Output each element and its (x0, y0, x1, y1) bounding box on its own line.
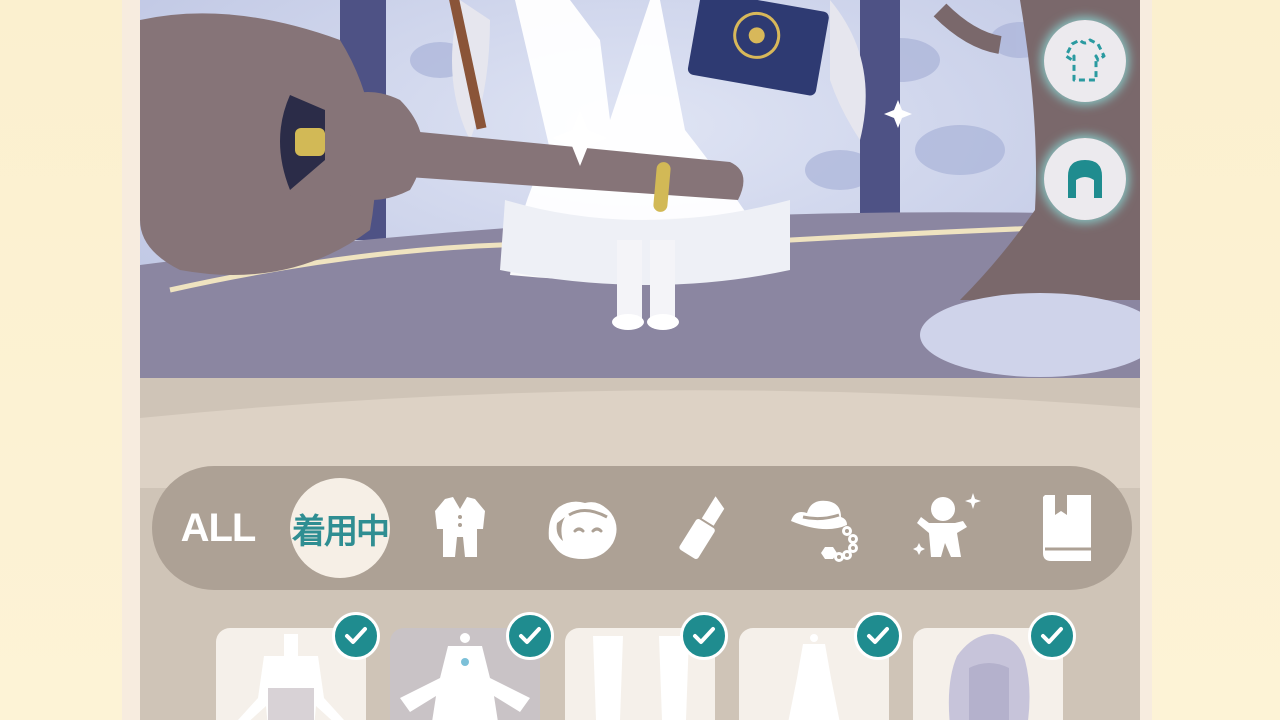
outfit-edit-button[interactable] (1044, 20, 1126, 102)
hairstyle-button[interactable] (1044, 138, 1126, 220)
category-tab-bar: ALL 着用中 (152, 466, 1132, 590)
tab-all[interactable]: ALL (168, 478, 268, 578)
tab-makeup[interactable] (654, 478, 754, 578)
character-scene (140, 0, 1140, 420)
check-icon (519, 627, 541, 644)
check-badge-3 (680, 612, 728, 660)
tab-worn[interactable]: 着用中 (290, 478, 390, 578)
clothing-icon (435, 497, 485, 557)
pose-icon (913, 493, 981, 557)
tab-worn-label: 着用中 (292, 511, 390, 552)
wardrobe-panel: ALL 着用中 (140, 378, 1140, 720)
outfit-edit-icon (1064, 38, 1106, 82)
tab-all-label: ALL (180, 505, 257, 550)
check-icon (867, 627, 889, 644)
tab-pose[interactable] (898, 478, 998, 578)
accessory-icon (791, 500, 858, 562)
check-badge-2 (506, 612, 554, 660)
check-badge-5 (1028, 612, 1076, 660)
tab-accessory[interactable] (776, 478, 876, 578)
tab-face[interactable] (532, 478, 632, 578)
check-icon (1041, 627, 1063, 644)
scene-illustration (140, 0, 1140, 420)
game-screen: ALL 着用中 (122, 0, 1152, 720)
book-icon (1043, 495, 1091, 561)
check-icon (345, 627, 367, 644)
check-badge-1 (332, 612, 380, 660)
hairstyle-icon (1068, 160, 1102, 198)
tab-book[interactable] (1018, 478, 1118, 578)
tab-clothing[interactable] (410, 478, 510, 578)
makeup-icon (679, 496, 725, 559)
face-icon (548, 501, 617, 559)
check-badge-4 (854, 612, 902, 660)
check-icon (693, 627, 715, 644)
